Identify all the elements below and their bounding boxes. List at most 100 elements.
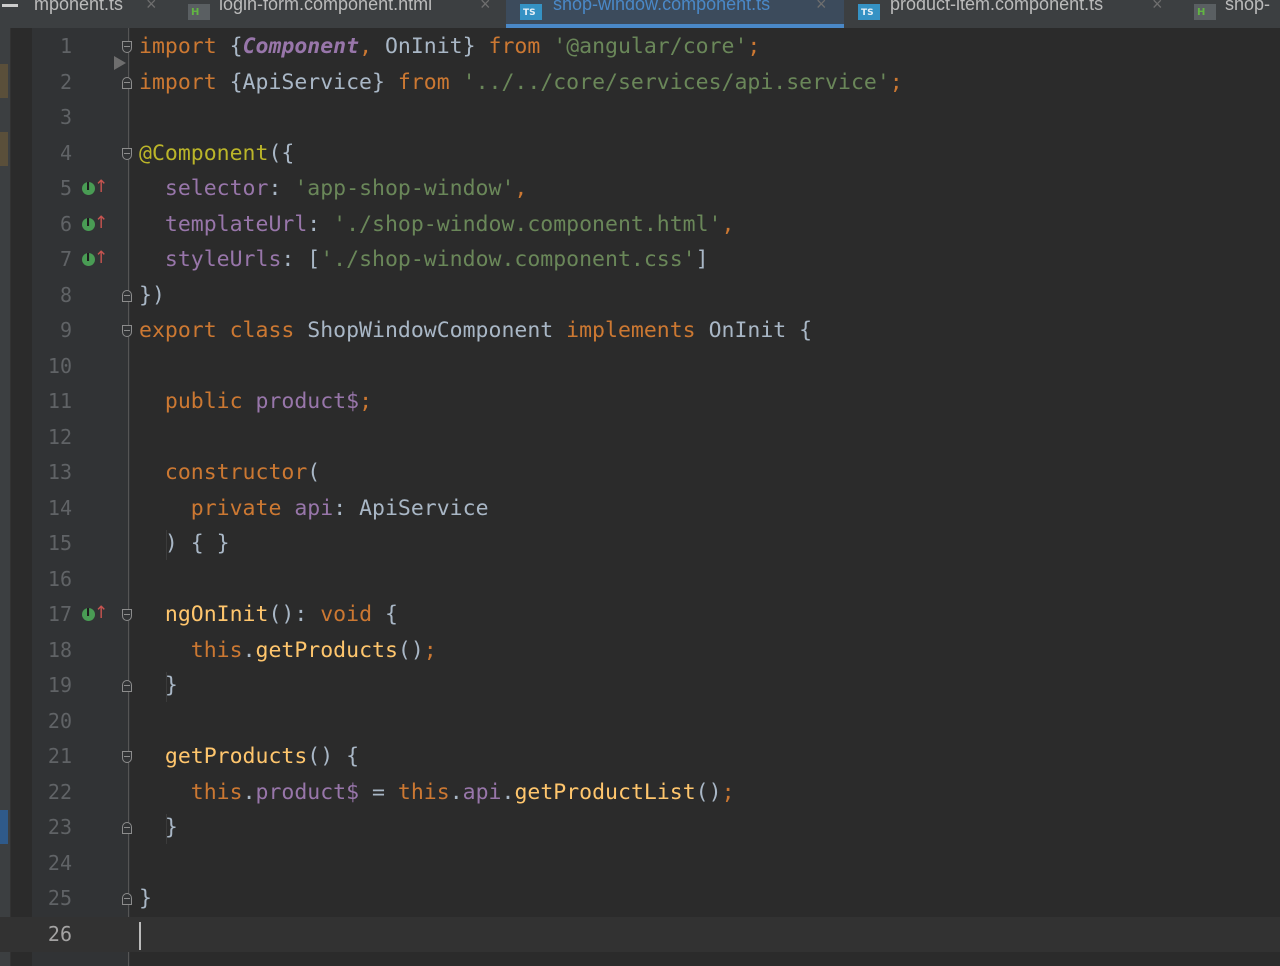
code-line: 14 private api: ApiService bbox=[0, 491, 1280, 527]
line-number: 7 bbox=[59, 247, 72, 271]
line-number: 11 bbox=[47, 389, 72, 413]
code-text: public product$; bbox=[139, 389, 373, 414]
code-line: 4 @Component({ bbox=[0, 136, 1280, 172]
tab-login-form-component-html[interactable]: H login-form.component.html × bbox=[176, 0, 506, 28]
tab-label: login-form.component.html bbox=[219, 0, 433, 14]
code-line: 16 bbox=[0, 562, 1280, 598]
line-number: 24 bbox=[47, 850, 72, 875]
code-text: this.product$ = this.api.getProductList(… bbox=[139, 779, 735, 805]
code-line: 22 this.product$ = this.api.getProductLi… bbox=[0, 775, 1280, 811]
code-line: 3 bbox=[0, 100, 1280, 136]
tab-label: shop- bbox=[1225, 0, 1271, 14]
line-number: 26 bbox=[47, 921, 72, 946]
fold-open-icon[interactable] bbox=[122, 609, 132, 621]
code-line: 12 bbox=[0, 420, 1280, 456]
code-text: } bbox=[139, 673, 178, 698]
code-text: export class ShopWindowComponent impleme… bbox=[139, 318, 813, 343]
tab-component-ts[interactable]: mponent.ts × bbox=[0, 0, 176, 28]
ts-file-icon: TS bbox=[520, 4, 542, 20]
code-line: 24 bbox=[0, 846, 1280, 882]
code-line: 10 bbox=[0, 349, 1280, 385]
line-number: 6 bbox=[59, 211, 72, 236]
code-line: 23 } bbox=[0, 810, 1280, 846]
tab-close-icon[interactable]: × bbox=[1152, 0, 1163, 15]
line-number: 18 bbox=[47, 637, 72, 662]
line-number: 14 bbox=[47, 495, 72, 520]
tab-close-icon[interactable]: × bbox=[146, 0, 157, 15]
code-line: 11 public product$; bbox=[0, 384, 1280, 420]
line-number: 2 bbox=[59, 69, 72, 94]
code-text: this.getProducts(); bbox=[139, 637, 437, 663]
code-line: 13 constructor( bbox=[0, 455, 1280, 491]
tab-label: shop-window.component.ts bbox=[553, 0, 771, 14]
html-file-icon: H bbox=[188, 4, 210, 20]
code-text: private api: ApiService bbox=[139, 495, 489, 521]
tab-label: mponent.ts bbox=[34, 0, 124, 14]
tab-label: product-item.component.ts bbox=[890, 0, 1104, 14]
tab-close-icon[interactable]: × bbox=[816, 0, 827, 15]
fold-open-icon[interactable] bbox=[122, 751, 132, 763]
implementing-method-icon[interactable]: ↑ bbox=[82, 177, 108, 199]
code-line: 1 import {Component, OnInit} from '@angu… bbox=[0, 29, 1280, 65]
tab-shop-html[interactable]: H shop- bbox=[1182, 0, 1280, 28]
fold-close-icon[interactable] bbox=[122, 822, 132, 834]
tab-product-item-component-ts[interactable]: TS product-item.component.ts × bbox=[844, 0, 1182, 28]
indent-guide bbox=[166, 672, 167, 702]
line-number: 8 bbox=[59, 282, 72, 307]
code-text: ngOnInit(): void { bbox=[139, 602, 398, 627]
code-line: 19 } bbox=[0, 668, 1280, 704]
implementing-method-icon[interactable]: ↑ bbox=[82, 213, 108, 235]
line-number: 1 bbox=[59, 34, 72, 58]
code-text: } bbox=[139, 886, 152, 911]
code-text: styleUrls: ['./shop-window.component.css… bbox=[139, 247, 709, 272]
line-number: 20 bbox=[47, 708, 72, 733]
line-number: 9 bbox=[59, 318, 72, 342]
code-line: 6 ↑ templateUrl: './shop-window.componen… bbox=[0, 207, 1280, 243]
line-number: 3 bbox=[59, 105, 72, 129]
line-number: 12 bbox=[47, 424, 72, 449]
line-number: 4 bbox=[59, 140, 72, 165]
line-number: 19 bbox=[47, 673, 72, 697]
line-number: 17 bbox=[47, 602, 72, 626]
tab-shop-window-component-ts[interactable]: TS shop-window.component.ts × bbox=[506, 0, 844, 28]
line-number: 15 bbox=[47, 531, 72, 555]
code-line: 21 getProducts() { bbox=[0, 739, 1280, 775]
code-text: }) bbox=[139, 282, 165, 308]
line-number: 23 bbox=[47, 815, 72, 839]
code-line: 2 import {ApiService} from '../../core/s… bbox=[0, 65, 1280, 101]
code-text: @Component({ bbox=[139, 140, 295, 166]
indent-guide bbox=[166, 814, 167, 844]
code-text: import {ApiService} from '../../core/ser… bbox=[139, 69, 903, 95]
line-number: 21 bbox=[47, 744, 72, 768]
code-line: 5 ↑ selector: 'app-shop-window', bbox=[0, 171, 1280, 207]
code-line: 8 }) bbox=[0, 278, 1280, 314]
code-text: selector: 'app-shop-window', bbox=[139, 176, 528, 201]
fold-open-icon[interactable] bbox=[122, 147, 132, 160]
fold-open-icon[interactable] bbox=[122, 325, 132, 337]
code-text: import {Component, OnInit} from '@angula… bbox=[139, 34, 761, 59]
line-number: 13 bbox=[47, 460, 72, 484]
tab-close-icon[interactable]: × bbox=[480, 0, 491, 15]
fold-close-icon[interactable] bbox=[122, 289, 132, 302]
code-line: 20 bbox=[0, 704, 1280, 740]
editor-tab-bar: mponent.ts × H login-form.component.html… bbox=[0, 0, 1280, 28]
html-file-icon: H bbox=[1194, 4, 1216, 20]
code-line: 7 ↑ styleUrls: ['./shop-window.component… bbox=[0, 242, 1280, 278]
code-line: 15 ) { } bbox=[0, 526, 1280, 562]
line-number: 5 bbox=[59, 176, 72, 200]
fold-close-icon[interactable] bbox=[122, 893, 132, 905]
code-line: 17 ↑ ngOnInit(): void { bbox=[0, 597, 1280, 633]
fold-close-icon[interactable] bbox=[122, 680, 132, 692]
implementing-method-icon[interactable]: ↑ bbox=[82, 248, 108, 270]
line-number: 10 bbox=[47, 353, 72, 378]
code-text: getProducts() { bbox=[139, 744, 360, 769]
fold-open-icon[interactable] bbox=[122, 41, 132, 53]
indent-guide bbox=[166, 530, 167, 560]
ts-file-icon: TS bbox=[858, 4, 880, 20]
fold-close-icon[interactable] bbox=[122, 76, 132, 89]
line-number: 25 bbox=[47, 886, 72, 910]
text-caret bbox=[139, 922, 141, 950]
implementing-method-icon[interactable]: ↑ bbox=[82, 603, 108, 625]
code-text: ) { } bbox=[139, 531, 230, 556]
code-text: } bbox=[139, 815, 178, 840]
